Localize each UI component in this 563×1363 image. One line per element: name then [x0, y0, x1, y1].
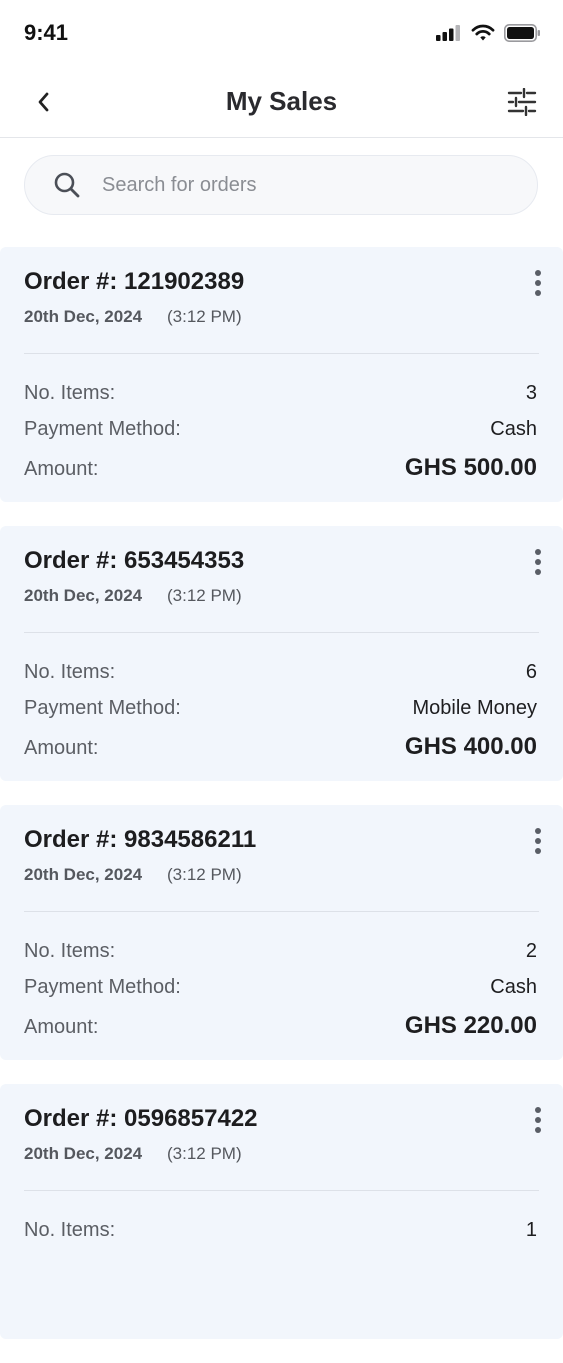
amount-label: Amount:	[24, 1016, 99, 1038]
order-card[interactable]: Order #: 121902389 20th Dec, 2024 (3:12 …	[0, 247, 563, 502]
search-bar	[24, 155, 538, 215]
amount-row: Amount: GHS 220.00	[24, 1012, 537, 1040]
sliders-icon	[507, 88, 537, 116]
order-date: 20th Dec, 2024	[24, 865, 143, 884]
order-date: 20th Dec, 2024	[24, 586, 143, 605]
order-date: 20th Dec, 2024	[24, 307, 143, 326]
amount-row: Amount: GHS 400.00	[24, 733, 537, 761]
payment-value: Cash	[490, 976, 537, 998]
amount-label: Amount:	[24, 737, 99, 759]
items-row: No. Items: 3	[24, 382, 537, 405]
order-date: 20th Dec, 2024	[24, 1144, 143, 1163]
payment-label: Payment Method:	[24, 697, 181, 719]
order-card[interactable]: Order #: 9834586211 20th Dec, 2024 (3:12…	[0, 805, 563, 1060]
items-label: No. Items:	[24, 940, 116, 962]
page-title: My Sales	[225, 86, 338, 116]
more-options-button[interactable]	[527, 544, 549, 580]
more-options-button[interactable]	[527, 823, 549, 859]
search-input[interactable]	[100, 172, 524, 198]
amount-value: GHS 220.00	[404, 1012, 537, 1039]
items-label: No. Items:	[24, 382, 116, 404]
more-vertical-icon	[535, 1107, 541, 1113]
items-value: 1	[525, 1219, 537, 1241]
divider	[24, 1190, 539, 1191]
divider	[24, 632, 539, 633]
more-options-button[interactable]	[527, 1102, 549, 1138]
payment-label: Payment Method:	[24, 976, 181, 998]
payment-value: Cash	[490, 418, 537, 440]
order-number: Order #: 0596857422	[24, 1105, 258, 1132]
cellular-signal-icon	[436, 25, 460, 41]
payment-label: Payment Method:	[24, 418, 181, 440]
payment-row: Payment Method: Mobile Money	[24, 697, 537, 720]
amount-label: Amount:	[24, 458, 99, 480]
order-time: (3:12 PM)	[167, 307, 242, 326]
order-time: (3:12 PM)	[167, 865, 242, 884]
items-row: No. Items: 2	[24, 940, 537, 963]
more-vertical-icon	[535, 549, 541, 555]
more-options-button[interactable]	[527, 265, 549, 301]
more-vertical-icon	[535, 828, 541, 834]
wifi-icon	[471, 24, 495, 41]
battery-icon	[504, 24, 540, 42]
amount-value: GHS 500.00	[404, 454, 537, 481]
items-label: No. Items:	[24, 1219, 116, 1241]
order-number: Order #: 653454353	[24, 547, 245, 574]
payment-value: Mobile Money	[412, 697, 537, 719]
amount-value: GHS 400.00	[404, 733, 537, 760]
more-vertical-icon	[535, 270, 541, 276]
divider	[24, 911, 539, 912]
amount-row: Amount: GHS 500.00	[24, 454, 537, 482]
payment-row: Payment Method: Cash	[24, 976, 537, 999]
status-bar: 9:41	[0, 0, 563, 68]
items-row: No. Items: 1	[24, 1219, 537, 1242]
payment-row: Payment Method: Cash	[24, 418, 537, 441]
order-card[interactable]: Order #: 0596857422 20th Dec, 2024 (3:12…	[0, 1084, 563, 1339]
order-card[interactable]: Order #: 653454353 20th Dec, 2024 (3:12 …	[0, 526, 563, 781]
order-number: Order #: 121902389	[24, 268, 245, 295]
order-time: (3:12 PM)	[167, 586, 242, 605]
order-time: (3:12 PM)	[167, 1144, 242, 1163]
items-label: No. Items:	[24, 661, 116, 683]
items-row: No. Items: 6	[24, 661, 537, 684]
filter-button[interactable]	[505, 86, 539, 118]
status-icons	[436, 24, 541, 42]
navigation-bar: My Sales	[0, 68, 563, 138]
status-time: 9:41	[24, 20, 69, 45]
order-number: Order #: 9834586211	[24, 826, 257, 853]
items-value: 6	[525, 661, 537, 683]
divider	[24, 353, 539, 354]
items-value: 3	[525, 382, 537, 404]
order-list: Order #: 121902389 20th Dec, 2024 (3:12 …	[0, 247, 563, 1363]
items-value: 2	[525, 940, 537, 962]
search-icon[interactable]	[52, 170, 82, 200]
